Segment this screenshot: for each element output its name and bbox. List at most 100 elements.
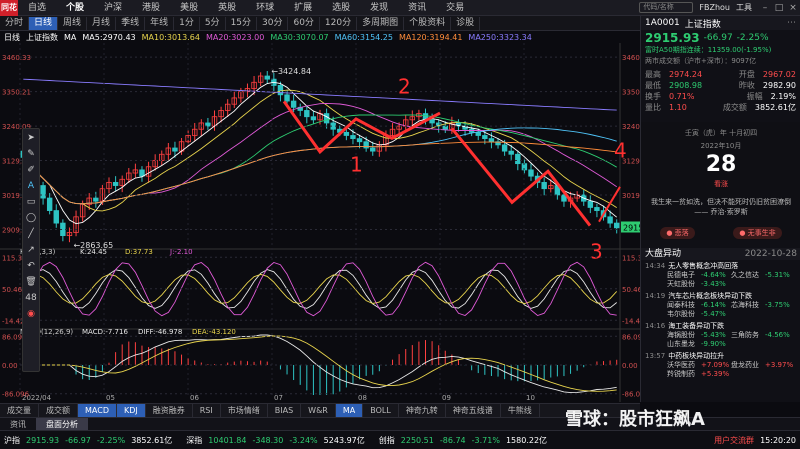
period-tab-9[interactable]: 30分 — [257, 16, 289, 30]
period-tab-1[interactable]: 日线 — [29, 16, 59, 30]
ma-label[interactable]: MA — [64, 33, 76, 42]
sub-tab-0[interactable]: 资讯 — [0, 418, 36, 431]
text-icon[interactable]: A — [28, 181, 34, 191]
kline-chart[interactable]: 3460.33 3460.33 3350.21 3350.21 3240.09 3 2 4 0.… — [0, 43, 766, 402]
mover-stock-name[interactable]: 山东墨龙 — [667, 340, 701, 349]
nav-item-7[interactable]: 扩展 — [284, 0, 322, 16]
nav-item-11[interactable]: 交易 — [436, 0, 474, 16]
period-tab-8[interactable]: 15分 — [226, 16, 258, 30]
sub-tab-1[interactable]: 盘面分析 — [36, 417, 88, 431]
indicator-tab-4[interactable]: 融资融券 — [146, 403, 193, 418]
vote-down-button[interactable]: ● 悲落 — [660, 227, 695, 239]
nav-item-9[interactable]: 发现 — [360, 0, 398, 16]
indicator-tab-3[interactable]: KDJ — [116, 403, 146, 418]
indicator-tab-0[interactable]: 成交量 — [0, 403, 39, 418]
wave-label-1: 1 — [350, 152, 363, 176]
indicator-tab-1[interactable]: 成交额 — [39, 403, 78, 418]
quote-value: 2967.02 — [762, 70, 796, 79]
vote-up-button[interactable]: ● 无事生非 — [733, 227, 782, 239]
mover-stock-pct: -3.43% — [701, 280, 726, 288]
nav-item-3[interactable]: 港股 — [132, 0, 170, 16]
app-logo: 同花 — [0, 0, 18, 16]
mover-time: 13:57 — [645, 352, 666, 360]
mover-stock-name[interactable]: 羚锐制药 — [667, 370, 701, 379]
rectangle-icon[interactable]: ▭ — [27, 197, 36, 207]
period-tab-11[interactable]: 120分 — [320, 16, 358, 30]
candle-body — [46, 197, 53, 211]
y-tick-right: 3019.86 — [622, 192, 640, 200]
mover-item[interactable]: 14:19 汽车芯片概念板块异动下跌 闻泰科技 -6.14% 芯海科技 -3.75% 韦尔股… — [641, 290, 800, 320]
mover-header: 13:57 中药板块异动拉升 — [645, 351, 797, 361]
period-tab-0[interactable]: 分时 — [0, 16, 30, 30]
kdj-tick-right: -14.42 — [622, 317, 640, 325]
period-tab-4[interactable]: 季线 — [116, 16, 146, 30]
mover-item[interactable]: 14:34 无人零售概念冲高回落 民德电子 -4.64% 久之信达 -5.31% 天虹股份 -… — [641, 260, 800, 290]
candle-body — [343, 131, 350, 136]
period-tab-6[interactable]: 1分 — [174, 16, 200, 30]
line-icon[interactable]: ╱ — [28, 229, 33, 239]
period-tab-12[interactable]: 多周期图 — [357, 16, 405, 30]
mover-stock-name[interactable]: 三角防务 — [731, 331, 765, 340]
y-tick-right: 3240.09 — [622, 123, 640, 131]
tools-menu[interactable]: 工具 — [736, 2, 752, 13]
pen-icon[interactable]: ✎ — [27, 149, 35, 159]
mover-item[interactable]: 13:57 中药板块异动拉升 沃华医药 +7.09% 盘龙药业 +3.97% 羚锐制药 +5.… — [641, 350, 800, 380]
minimize-icon[interactable]: – — [758, 3, 772, 13]
nav-item-5[interactable]: 英股 — [208, 0, 246, 16]
mover-stock-name[interactable]: 闻泰科技 — [667, 301, 701, 310]
arrow-icon[interactable]: ↗ — [27, 245, 35, 255]
period-tab-14[interactable]: 诊股 — [451, 16, 481, 30]
indicator-tab-8[interactable]: W&R — [301, 403, 336, 418]
chat-link[interactable]: 用户交流群 — [714, 435, 754, 446]
candle-body — [112, 182, 119, 186]
chart-area[interactable]: 3460.33 3460.33 3350.21 3350.21 3240.09 3 2 4 0.… — [0, 43, 766, 402]
mover-item[interactable]: 14:16 海工装备异动下跌 海锅股份 -5.43% 三角防务 -4.56% 山东墨龙 -9.… — [641, 320, 800, 350]
a50-label: 富时A50期指连续：11359.00(-1.95%) — [645, 46, 772, 54]
nav-item-1[interactable]: 个股 — [56, 0, 94, 16]
maximize-icon[interactable]: □ — [772, 3, 786, 13]
nav-item-2[interactable]: 沪深 — [94, 0, 132, 16]
nav-item-8[interactable]: 选股 — [322, 0, 360, 16]
period-tab-2[interactable]: 周线 — [58, 16, 88, 30]
cursor-icon[interactable]: ➤ — [27, 133, 35, 143]
mover-stock-name[interactable]: 沃华医药 — [667, 361, 701, 370]
nav-item-0[interactable]: 自选 — [18, 0, 56, 16]
close-icon[interactable]: × — [786, 3, 800, 13]
panel-more-icon[interactable]: ⋯ — [787, 18, 796, 28]
period-tab-7[interactable]: 5分 — [200, 16, 226, 30]
indicator-tab-12[interactable]: 神奇五线谱 — [446, 403, 501, 418]
mover-stock-name[interactable]: 天虹股份 — [667, 280, 701, 289]
indicator-tab-6[interactable]: 市场情绪 — [221, 403, 268, 418]
indicator-tab-13[interactable]: 牛熊线 — [501, 403, 540, 418]
mover-stock-name[interactable]: 芯海科技 — [731, 301, 765, 310]
mover-stock-name[interactable]: 盘龙药业 — [731, 361, 765, 370]
undo-icon[interactable]: ↶ — [27, 261, 35, 271]
indicator-tab-2[interactable]: MACD — [78, 403, 117, 418]
calendar-month: 2022年10月 — [700, 142, 742, 150]
indicator-tab-11[interactable]: 神奇九转 — [399, 403, 446, 418]
nav-item-10[interactable]: 资讯 — [398, 0, 436, 16]
indicator-tab-5[interactable]: RSI — [193, 403, 221, 418]
brush-icon[interactable]: ✐ — [27, 165, 35, 175]
ellipse-icon[interactable]: ◯ — [26, 213, 36, 223]
period-tab-13[interactable]: 个股资料 — [404, 16, 452, 30]
indicator-tab-9[interactable]: MA — [335, 403, 364, 418]
period-tab-5[interactable]: 年线 — [145, 16, 175, 30]
mover-stock-name[interactable]: 海锅股份 — [667, 331, 701, 340]
nav-item-6[interactable]: 环球 — [246, 0, 284, 16]
indicator-tab-10[interactable]: BOLL — [363, 403, 399, 418]
ma250-value: MA250:3323.34 — [468, 32, 532, 42]
macd-dea: DEA:-43.120 — [192, 328, 236, 336]
nav-item-4[interactable]: 美股 — [170, 0, 208, 16]
quote-value: 1.10 — [669, 103, 687, 112]
user-name[interactable]: FBZhou — [699, 3, 730, 12]
mover-stock-name[interactable]: 久之信达 — [731, 271, 765, 280]
trash-icon[interactable]: 🗑 — [25, 277, 36, 287]
record-icon[interactable]: ◉ — [27, 309, 35, 319]
search-input[interactable]: 代码/名称 — [639, 2, 694, 13]
period-tab-10[interactable]: 60分 — [288, 16, 320, 30]
indicator-tab-7[interactable]: BIAS — [268, 403, 302, 418]
mover-stock-name[interactable]: 民德电子 — [667, 271, 701, 280]
period-tab-3[interactable]: 月线 — [87, 16, 117, 30]
mover-stock-name[interactable]: 韦尔股份 — [667, 310, 701, 319]
